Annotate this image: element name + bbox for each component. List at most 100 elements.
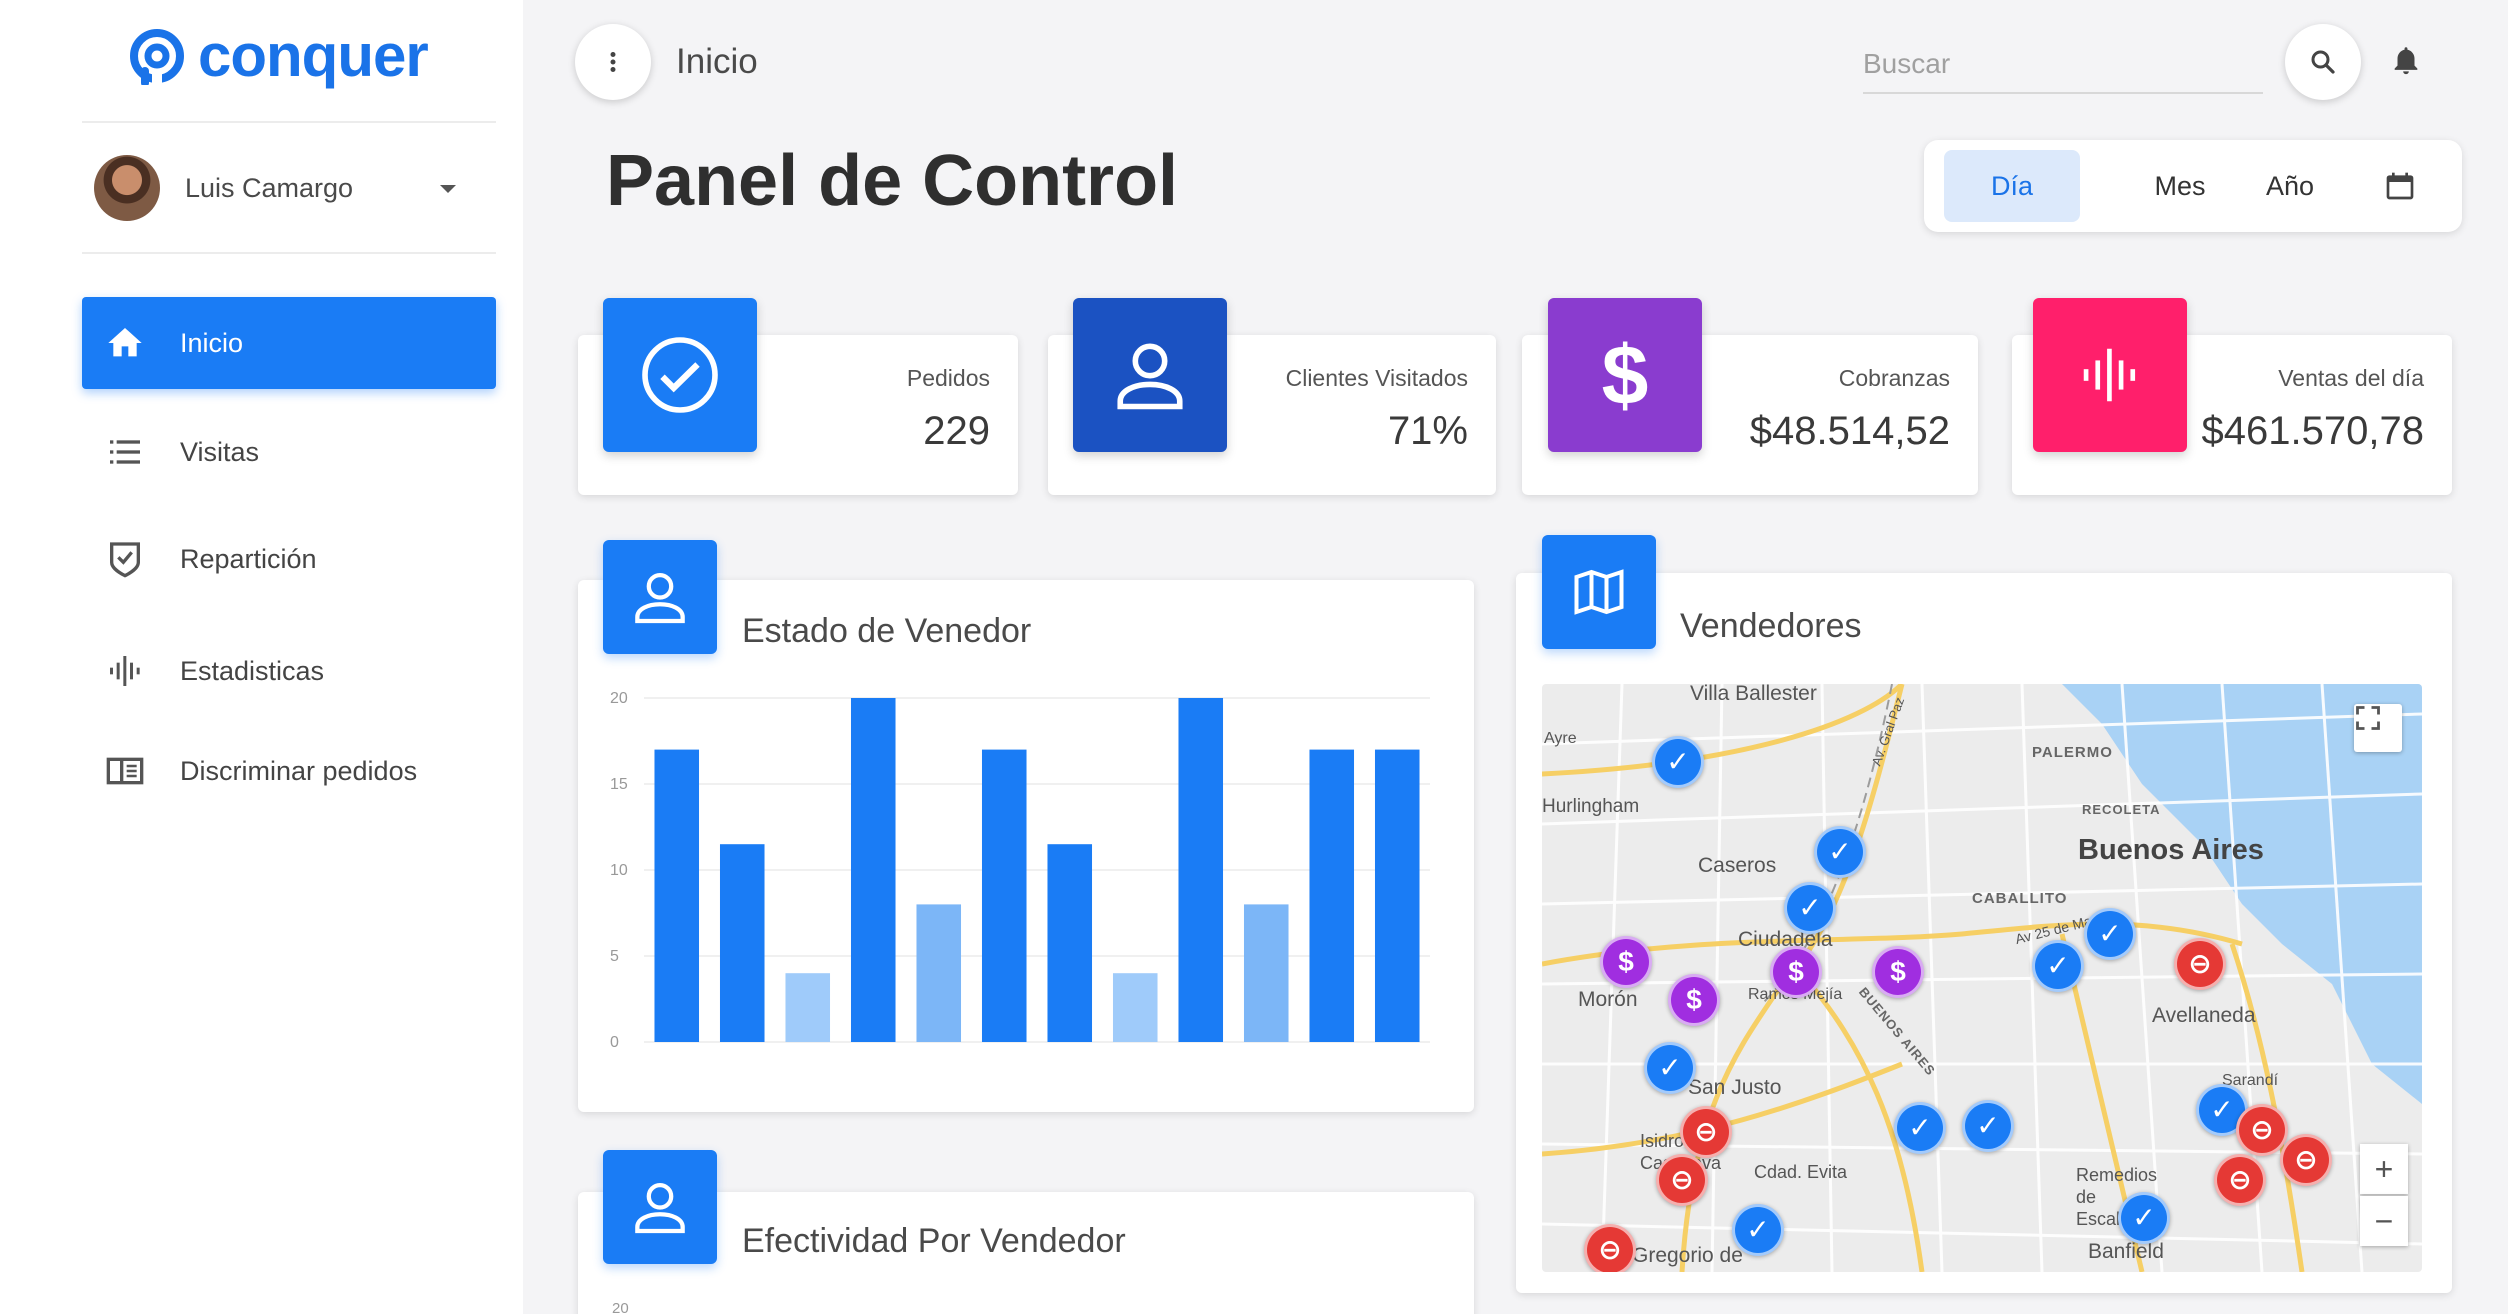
map-place-label: CABALLITO bbox=[1972, 890, 2068, 907]
chart-bar[interactable] bbox=[1309, 749, 1355, 1042]
map-place-label: Banfield bbox=[2088, 1240, 2164, 1263]
more-menu-button[interactable] bbox=[575, 24, 651, 100]
map-icon bbox=[1574, 569, 1624, 615]
dollar-icon: $ bbox=[1686, 984, 1702, 1015]
sidebar-item-label: Discriminar pedidos bbox=[180, 755, 418, 786]
breadcrumb: Inicio bbox=[676, 42, 758, 81]
blocked-icon: ⊖ bbox=[2250, 1114, 2274, 1145]
sidebar-item-reparticion[interactable]: Repartición bbox=[82, 513, 496, 605]
search-button[interactable] bbox=[2285, 24, 2361, 100]
sidebar-item-label: Repartición bbox=[180, 543, 317, 574]
panel-title-estado: Estado de Venedor bbox=[742, 612, 1032, 650]
map-zoom-in-button[interactable]: + bbox=[2360, 1144, 2408, 1194]
stat-label: Ventas del día bbox=[2278, 365, 2424, 391]
panel-title-vendedores: Vendedores bbox=[1680, 607, 1862, 645]
dollar-icon: $ bbox=[1618, 946, 1634, 977]
vendor-ok-marker[interactable]: ✓ bbox=[2084, 908, 2136, 960]
y-tick-label: 20 bbox=[610, 690, 628, 707]
chevron-down-icon[interactable] bbox=[440, 185, 456, 193]
conquer-logo-icon bbox=[130, 29, 184, 85]
vendor-ok-marker[interactable]: ✓ bbox=[1732, 1204, 1784, 1256]
chart-bar[interactable] bbox=[1374, 749, 1420, 1042]
stat-label: Pedidos bbox=[906, 365, 990, 391]
period-year-button[interactable]: Año bbox=[2240, 150, 2340, 222]
vendor-blocked-marker[interactable]: ⊖ bbox=[2214, 1154, 2266, 1206]
chart-bar[interactable] bbox=[1243, 904, 1289, 1042]
period-month-button[interactable]: Mes bbox=[2120, 150, 2240, 222]
chart-bar[interactable] bbox=[785, 973, 831, 1042]
vendor-cash-marker[interactable]: $ bbox=[1872, 946, 1924, 998]
vendor-cash-marker[interactable]: $ bbox=[1600, 936, 1652, 988]
vendor-ok-marker[interactable]: ✓ bbox=[2032, 940, 2084, 992]
chart-bar[interactable] bbox=[654, 749, 700, 1042]
vendor-blocked-marker[interactable]: ⊖ bbox=[1656, 1154, 1708, 1206]
more-vert-icon bbox=[610, 52, 616, 72]
map-zoom-out-button[interactable]: − bbox=[2360, 1196, 2408, 1246]
vendor-cash-marker[interactable]: $ bbox=[1668, 974, 1720, 1026]
brand-logo[interactable]: conquer bbox=[128, 26, 429, 86]
list-icon bbox=[104, 431, 146, 473]
stat-value: 71% bbox=[1387, 409, 1468, 453]
map-fullscreen-button[interactable] bbox=[2354, 704, 2402, 752]
vendor-blocked-marker[interactable]: ⊖ bbox=[2236, 1104, 2288, 1156]
dollar-icon: $ bbox=[1890, 956, 1906, 987]
chart-bar[interactable] bbox=[1112, 973, 1158, 1042]
sidebar-item-inicio[interactable]: Inicio bbox=[82, 297, 496, 389]
vendor-ok-marker[interactable]: ✓ bbox=[1894, 1102, 1946, 1154]
calendar-icon bbox=[2386, 172, 2414, 200]
vendor-ok-marker[interactable]: ✓ bbox=[1814, 826, 1866, 878]
vendor-ok-marker[interactable]: ✓ bbox=[1962, 1100, 2014, 1152]
map-place-label: PALERMO bbox=[2032, 744, 2113, 761]
check-icon: ✓ bbox=[1798, 892, 1822, 923]
period-day-button[interactable]: Día bbox=[1944, 150, 2080, 222]
check-icon: ✓ bbox=[1658, 1052, 1682, 1083]
map-place-label: RECOLETA bbox=[2082, 802, 2161, 817]
blocked-icon: ⊖ bbox=[1670, 1164, 1694, 1195]
search-icon bbox=[2311, 50, 2335, 74]
map-place-label: Hurlingham bbox=[1542, 796, 1640, 817]
waveform-icon bbox=[104, 650, 146, 692]
vendor-blocked-marker[interactable]: ⊖ bbox=[2174, 938, 2226, 990]
check-icon: ✓ bbox=[2132, 1202, 2156, 1233]
y-tick-label: 10 bbox=[610, 862, 628, 879]
vendor-cash-marker[interactable]: $ bbox=[1770, 946, 1822, 998]
stat-icon-ventas bbox=[2033, 298, 2187, 452]
vendor-ok-marker[interactable]: ✓ bbox=[1784, 882, 1836, 934]
search-input[interactable] bbox=[1863, 36, 2263, 94]
map-place-label: San Justo bbox=[1688, 1076, 1782, 1099]
notifications-button[interactable] bbox=[2386, 40, 2426, 80]
sidebar-item-estadisticas[interactable]: Estadisticas bbox=[82, 625, 496, 717]
vendor-ok-marker[interactable]: ✓ bbox=[2118, 1192, 2170, 1244]
sidebar-item-label: Estadisticas bbox=[180, 655, 325, 686]
calendar-button[interactable] bbox=[2360, 150, 2440, 222]
blocked-icon: ⊖ bbox=[1694, 1116, 1718, 1147]
chart-bar[interactable] bbox=[1047, 844, 1093, 1042]
check-icon: ✓ bbox=[1976, 1110, 2000, 1141]
chart-bar[interactable] bbox=[916, 904, 962, 1042]
check-icon: ✓ bbox=[1746, 1214, 1770, 1245]
chart-bar[interactable] bbox=[981, 749, 1027, 1042]
y-tick-label: 0 bbox=[610, 1034, 619, 1051]
chart-bar[interactable] bbox=[719, 844, 765, 1042]
vendor-ok-marker[interactable]: ✓ bbox=[1652, 736, 1704, 788]
chart-bar[interactable] bbox=[850, 698, 896, 1042]
vendedores-map[interactable]: Villa Ballester Ayre Hurlingham Caseros … bbox=[1542, 684, 2422, 1272]
blocked-icon: ⊖ bbox=[1598, 1234, 1622, 1265]
vendor-blocked-marker[interactable]: ⊖ bbox=[1584, 1224, 1636, 1272]
vendor-blocked-marker[interactable]: ⊖ bbox=[2280, 1134, 2332, 1186]
chart-bar[interactable] bbox=[1178, 698, 1224, 1042]
dollar-icon: $ bbox=[1788, 956, 1804, 987]
stat-value: $48.514,52 bbox=[1749, 409, 1950, 453]
vendor-ok-marker[interactable]: ✓ bbox=[1644, 1042, 1696, 1094]
check-icon: ✓ bbox=[1666, 746, 1690, 777]
sidebar: conquer Luis Camargo Inicio Visitas Repa… bbox=[0, 0, 523, 1314]
sidebar-item-visitas[interactable]: Visitas bbox=[82, 406, 496, 498]
user-menu[interactable]: Luis Camargo bbox=[94, 155, 484, 221]
check-icon: ✓ bbox=[2046, 950, 2070, 981]
sidebar-item-discriminar-pedidos[interactable]: Discriminar pedidos bbox=[82, 725, 496, 817]
map-place-label: Villa Ballester bbox=[1690, 684, 1817, 705]
vendor-blocked-marker[interactable]: ⊖ bbox=[1680, 1106, 1732, 1158]
blocked-icon: ⊖ bbox=[2188, 948, 2212, 979]
check-circle-icon bbox=[642, 337, 718, 413]
check-icon: ✓ bbox=[2098, 918, 2122, 949]
